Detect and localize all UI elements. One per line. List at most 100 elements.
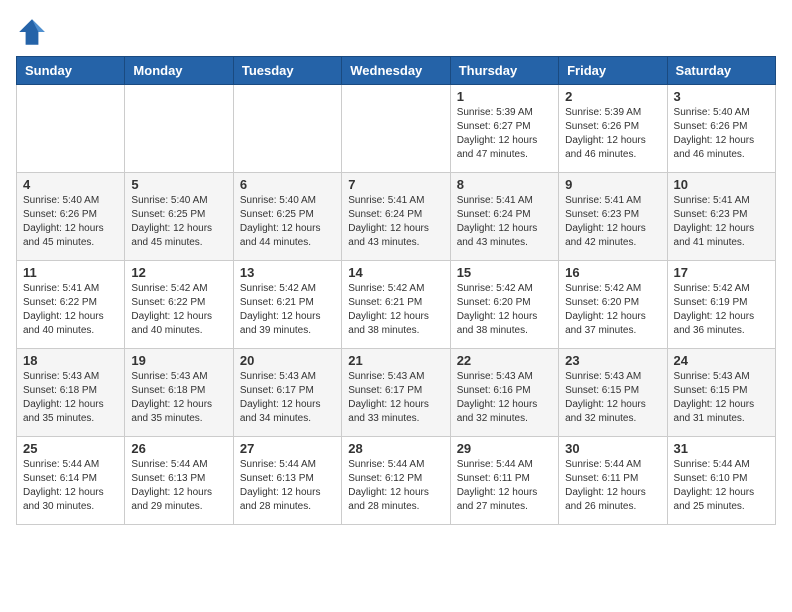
calendar-cell: 28 Sunrise: 5:44 AM Sunset: 6:12 PM Dayli… [342,437,450,525]
calendar-cell: 1Sunrise: 5:39 AM Sunset: 6:27 PM Daylig… [450,85,558,173]
calendar-cell: 20Sunrise: 5:43 AM Sunset: 6:17 PM Dayli… [233,349,341,437]
day-info: Sunrise: 5:42 AM Sunset: 6:20 PM Dayligh… [565,282,660,338]
calendar-cell: 14 Sunrise: 5:42 AM Sunset: 6:21 PM Dayli… [342,261,450,349]
day-number: 18 [23,353,118,368]
day-number: 8 [457,177,552,192]
day-number: 23 [565,353,660,368]
calendar-cell: 24 Sunrise: 5:43 AM Sunset: 6:15 PM Dayli… [667,349,775,437]
calendar-cell: 25 Sunrise: 5:44 AM Sunset: 6:14 PM Dayli… [17,437,125,525]
day-number: 7 [348,177,443,192]
day-number: 29 [457,441,552,456]
calendar-week-3: 11 Sunrise: 5:41 AM Sunset: 6:22 PM Dayli… [17,261,776,349]
day-info: Sunrise: 5:42 AM Sunset: 6:19 PM Dayligh… [674,282,769,338]
col-header-tuesday: Tuesday [233,57,341,85]
day-info: Sunrise: 5:40 AM Sunset: 6:25 PM Dayligh… [240,194,335,250]
calendar-cell: 18 Sunrise: 5:43 AM Sunset: 6:18 PM Dayli… [17,349,125,437]
day-number: 14 [348,265,443,280]
calendar-cell: 27 Sunrise: 5:44 AM Sunset: 6:13 PM Dayli… [233,437,341,525]
day-info: Sunrise: 5:41 AM Sunset: 6:23 PM Dayligh… [565,194,660,250]
day-info: Sunrise: 5:41 AM Sunset: 6:24 PM Dayligh… [348,194,443,250]
day-info: Sunrise: 5:43 AM Sunset: 6:15 PM Dayligh… [674,370,769,426]
day-info: Sunrise: 5:39 AM Sunset: 6:27 PM Dayligh… [457,106,552,162]
calendar-cell: 12Sunrise: 5:42 AM Sunset: 6:22 PM Dayli… [125,261,233,349]
calendar-cell: 7 Sunrise: 5:41 AM Sunset: 6:24 PM Daylig… [342,173,450,261]
day-info: Sunrise: 5:44 AM Sunset: 6:13 PM Dayligh… [131,458,226,514]
logo-icon [16,16,48,48]
day-number: 10 [674,177,769,192]
day-info: Sunrise: 5:41 AM Sunset: 6:24 PM Dayligh… [457,194,552,250]
day-number: 22 [457,353,552,368]
day-number: 13 [240,265,335,280]
calendar-header-row: SundayMondayTuesdayWednesdayThursdayFrid… [17,57,776,85]
day-number: 11 [23,265,118,280]
calendar-cell: 16 Sunrise: 5:42 AM Sunset: 6:20 PM Dayli… [559,261,667,349]
day-number: 16 [565,265,660,280]
day-number: 21 [348,353,443,368]
day-info: Sunrise: 5:43 AM Sunset: 6:16 PM Dayligh… [457,370,552,426]
calendar-cell: 5 Sunrise: 5:40 AM Sunset: 6:25 PM Daylig… [125,173,233,261]
day-info: Sunrise: 5:44 AM Sunset: 6:14 PM Dayligh… [23,458,118,514]
col-header-friday: Friday [559,57,667,85]
day-info: Sunrise: 5:44 AM Sunset: 6:10 PM Dayligh… [674,458,769,514]
calendar-cell: 26 Sunrise: 5:44 AM Sunset: 6:13 PM Dayli… [125,437,233,525]
day-number: 5 [131,177,226,192]
day-number: 25 [23,441,118,456]
day-info: Sunrise: 5:40 AM Sunset: 6:26 PM Dayligh… [23,194,118,250]
day-info: Sunrise: 5:40 AM Sunset: 6:26 PM Dayligh… [674,106,769,162]
day-number: 3 [674,89,769,104]
calendar-cell: 19 Sunrise: 5:43 AM Sunset: 6:18 PM Dayli… [125,349,233,437]
col-header-saturday: Saturday [667,57,775,85]
day-number: 26 [131,441,226,456]
calendar-cell: 8 Sunrise: 5:41 AM Sunset: 6:24 PM Daylig… [450,173,558,261]
calendar-cell: 17 Sunrise: 5:42 AM Sunset: 6:19 PM Dayli… [667,261,775,349]
calendar-week-1: 1Sunrise: 5:39 AM Sunset: 6:27 PM Daylig… [17,85,776,173]
day-info: Sunrise: 5:41 AM Sunset: 6:22 PM Dayligh… [23,282,118,338]
calendar-cell: 10 Sunrise: 5:41 AM Sunset: 6:23 PM Dayli… [667,173,775,261]
calendar-cell: 2Sunrise: 5:39 AM Sunset: 6:26 PM Daylig… [559,85,667,173]
calendar-table: SundayMondayTuesdayWednesdayThursdayFrid… [16,56,776,525]
day-info: Sunrise: 5:44 AM Sunset: 6:12 PM Dayligh… [348,458,443,514]
day-info: Sunrise: 5:43 AM Sunset: 6:15 PM Dayligh… [565,370,660,426]
calendar-cell: 6Sunrise: 5:40 AM Sunset: 6:25 PM Daylig… [233,173,341,261]
day-info: Sunrise: 5:44 AM Sunset: 6:13 PM Dayligh… [240,458,335,514]
calendar-cell: 3 Sunrise: 5:40 AM Sunset: 6:26 PM Daylig… [667,85,775,173]
day-info: Sunrise: 5:42 AM Sunset: 6:21 PM Dayligh… [348,282,443,338]
day-number: 4 [23,177,118,192]
logo [16,16,52,48]
day-number: 31 [674,441,769,456]
day-number: 24 [674,353,769,368]
calendar-week-5: 25 Sunrise: 5:44 AM Sunset: 6:14 PM Dayli… [17,437,776,525]
calendar-cell: 9Sunrise: 5:41 AM Sunset: 6:23 PM Daylig… [559,173,667,261]
calendar-week-4: 18 Sunrise: 5:43 AM Sunset: 6:18 PM Dayli… [17,349,776,437]
page-header [16,16,776,48]
calendar-cell: 30 Sunrise: 5:44 AM Sunset: 6:11 PM Dayli… [559,437,667,525]
day-info: Sunrise: 5:42 AM Sunset: 6:21 PM Dayligh… [240,282,335,338]
day-number: 2 [565,89,660,104]
day-info: Sunrise: 5:44 AM Sunset: 6:11 PM Dayligh… [565,458,660,514]
calendar-cell: 15 Sunrise: 5:42 AM Sunset: 6:20 PM Dayli… [450,261,558,349]
day-info: Sunrise: 5:43 AM Sunset: 6:18 PM Dayligh… [23,370,118,426]
day-info: Sunrise: 5:42 AM Sunset: 6:20 PM Dayligh… [457,282,552,338]
day-info: Sunrise: 5:40 AM Sunset: 6:25 PM Dayligh… [131,194,226,250]
day-info: Sunrise: 5:43 AM Sunset: 6:17 PM Dayligh… [348,370,443,426]
day-info: Sunrise: 5:43 AM Sunset: 6:17 PM Dayligh… [240,370,335,426]
calendar-cell: 21 Sunrise: 5:43 AM Sunset: 6:17 PM Dayli… [342,349,450,437]
day-number: 19 [131,353,226,368]
col-header-thursday: Thursday [450,57,558,85]
day-info: Sunrise: 5:42 AM Sunset: 6:22 PM Dayligh… [131,282,226,338]
calendar-cell: 13 Sunrise: 5:42 AM Sunset: 6:21 PM Dayli… [233,261,341,349]
day-number: 17 [674,265,769,280]
day-number: 30 [565,441,660,456]
day-info: Sunrise: 5:43 AM Sunset: 6:18 PM Dayligh… [131,370,226,426]
calendar-cell: 4 Sunrise: 5:40 AM Sunset: 6:26 PM Daylig… [17,173,125,261]
calendar-cell [125,85,233,173]
calendar-cell: 31 Sunrise: 5:44 AM Sunset: 6:10 PM Dayli… [667,437,775,525]
day-number: 27 [240,441,335,456]
calendar-cell [233,85,341,173]
calendar-cell [342,85,450,173]
day-number: 28 [348,441,443,456]
calendar-cell: 23 Sunrise: 5:43 AM Sunset: 6:15 PM Dayli… [559,349,667,437]
day-info: Sunrise: 5:41 AM Sunset: 6:23 PM Dayligh… [674,194,769,250]
calendar-cell: 22 Sunrise: 5:43 AM Sunset: 6:16 PM Dayli… [450,349,558,437]
day-number: 15 [457,265,552,280]
